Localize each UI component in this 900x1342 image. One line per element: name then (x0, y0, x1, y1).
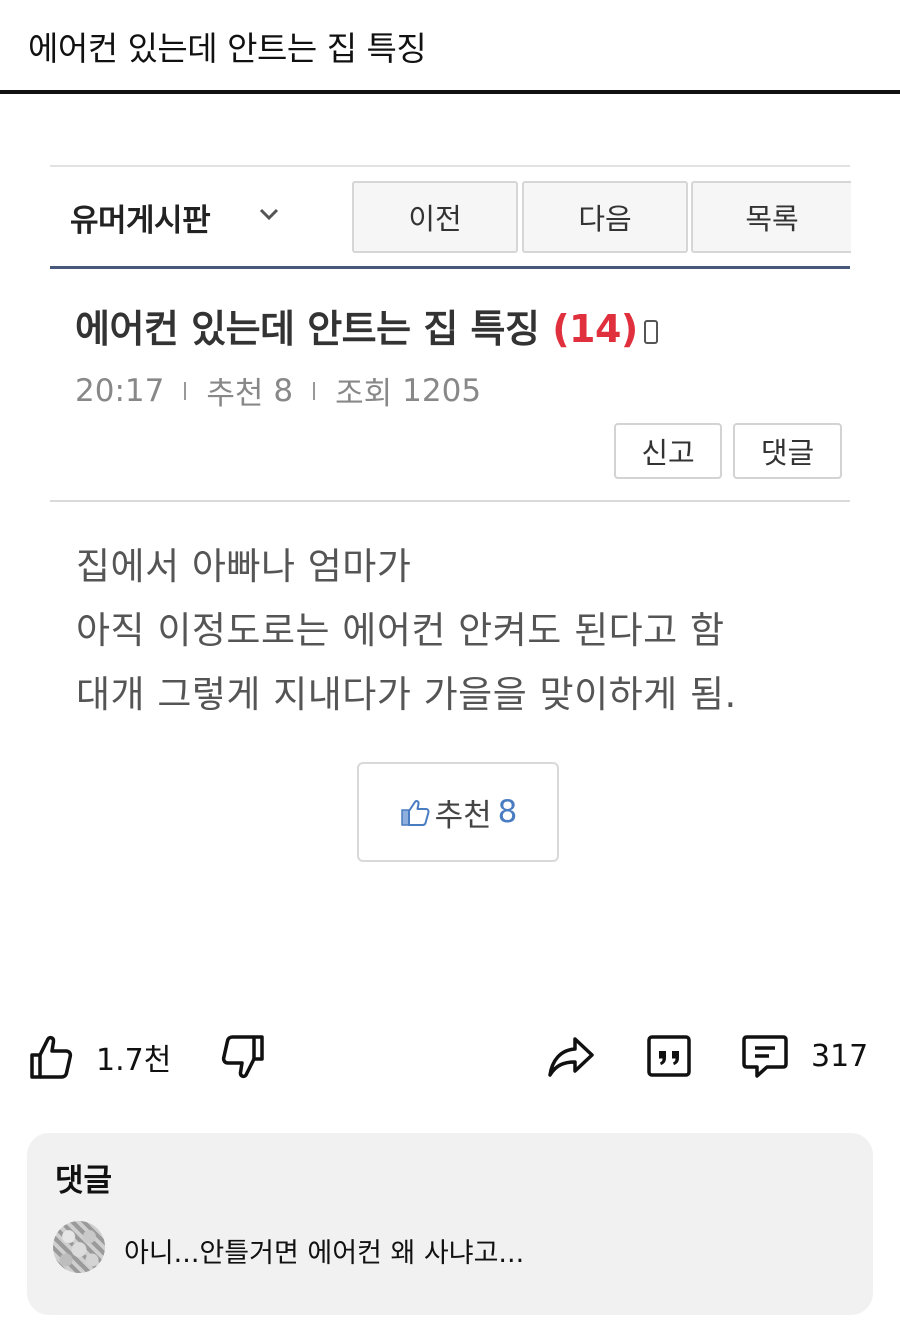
report-button[interactable]: 신고 (614, 423, 722, 479)
post-meta: 20:17 추천 8 조회 1205 (75, 368, 481, 413)
header-divider (0, 90, 900, 94)
prev-button[interactable]: 이전 (352, 181, 518, 253)
content-divider (50, 500, 850, 502)
views-value: 1205 (402, 372, 482, 409)
next-button[interactable]: 다음 (522, 181, 688, 253)
action-bar: 1.7천 317 (0, 1025, 900, 1089)
post-body-line: 아직 이정도로는 에어컨 안켜도 된다고 함 (76, 609, 725, 652)
dislike-button[interactable] (220, 1033, 266, 1081)
post-title-text: 에어컨 있는데 안트는 집 특징 (75, 307, 540, 351)
board-underline (50, 266, 850, 269)
share-button[interactable] (546, 1033, 596, 1079)
post-title: 에어컨 있는데 안트는 집 특징 (14) (75, 298, 658, 353)
top-comment-text: 아니...안틀거면 에어컨 왜 사냐고... (124, 1238, 525, 1269)
comments-button[interactable]: 317 (741, 1033, 868, 1079)
board-header: 유머게시판 이전 다음 목록 (50, 165, 851, 270)
like-button[interactable]: 1.7천 (28, 1033, 171, 1081)
list-button[interactable]: 목록 (691, 181, 851, 253)
board-name[interactable]: 유머게시판 (70, 195, 211, 240)
avatar (53, 1221, 105, 1273)
page-header-title: 에어컨 있는데 안트는 집 특징 (28, 29, 427, 68)
post-body-line: 집에서 아빠나 엄마가 (76, 545, 412, 588)
comments-panel[interactable]: 댓글 아니...안틀거면 에어컨 왜 사냐고... (27, 1133, 873, 1315)
comments-heading: 댓글 (55, 1163, 113, 1199)
quote-icon (647, 1035, 691, 1077)
mobile-icon (643, 320, 658, 344)
post-time: 20:17 (75, 372, 165, 409)
recommend-button-count: 8 (497, 794, 518, 830)
thumbs-down-icon (221, 1035, 264, 1079)
chevron-down-icon[interactable] (258, 205, 280, 223)
post-comment-count[interactable]: (14) (552, 307, 638, 351)
recommend-button[interactable]: 추천 8 (357, 762, 559, 862)
comment-count: 317 (811, 1038, 869, 1074)
thumbs-up-icon (400, 799, 430, 826)
share-icon (548, 1037, 594, 1077)
like-count: 1.7천 (96, 1043, 172, 1078)
thumbs-up-icon (30, 1035, 73, 1079)
remix-button[interactable] (645, 1033, 693, 1079)
meta-separator (184, 381, 187, 400)
recommend-value: 8 (273, 372, 294, 409)
post-body-line: 대개 그렇게 지내다가 가을을 맞이하게 됨. (76, 673, 737, 716)
recommend-label: 추천 (206, 376, 264, 412)
comment-icon (742, 1035, 788, 1078)
views-label: 조회 (335, 376, 393, 412)
recommend-button-label: 추천 (434, 797, 492, 834)
meta-separator (313, 381, 316, 400)
comment-button[interactable]: 댓글 (733, 423, 842, 479)
